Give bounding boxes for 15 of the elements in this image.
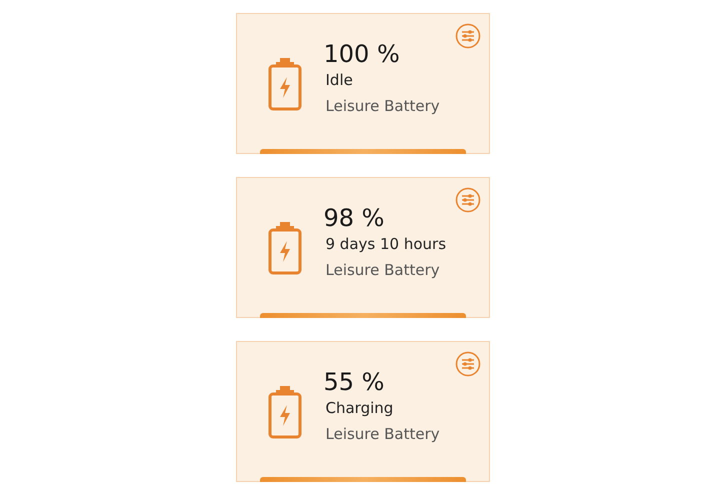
battery-name: Leisure Battery [326, 424, 440, 444]
battery-status: Charging [326, 398, 394, 418]
battery-name: Leisure Battery [326, 260, 441, 280]
settings-icon[interactable] [454, 23, 480, 49]
battery-icon [268, 384, 302, 438]
charge-percent: 55 % [324, 366, 386, 396]
charge-percent: 100 % [324, 38, 401, 68]
settings-icon[interactable] [454, 351, 480, 377]
battery-status: 9 days 10 hours [326, 234, 446, 254]
battery-status: Idle [326, 70, 354, 90]
battery-name: Leisure Battery [326, 96, 440, 116]
charge-percent: 98 % [324, 202, 386, 232]
battery-icon [268, 56, 302, 110]
settings-icon[interactable] [454, 187, 480, 213]
battery-icon [268, 220, 302, 274]
